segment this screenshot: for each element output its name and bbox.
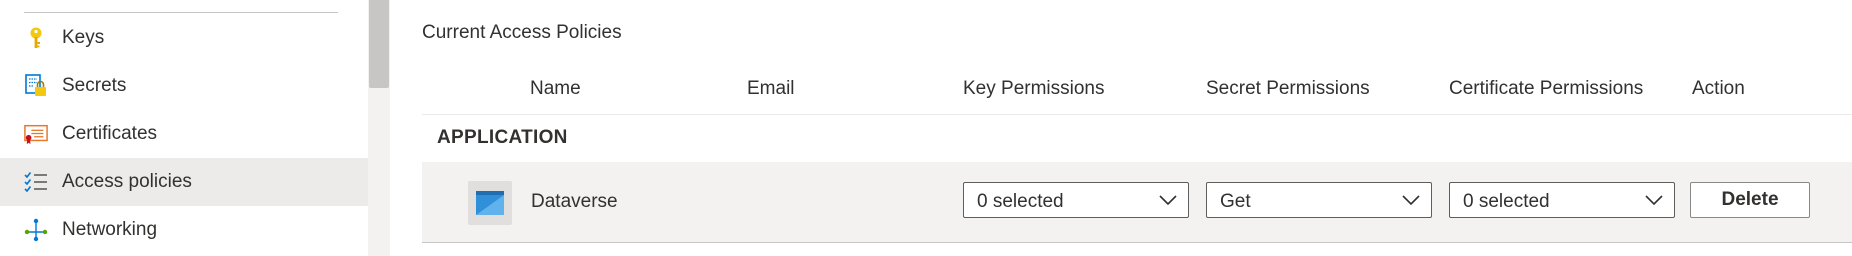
application-name: Dataverse bbox=[531, 191, 618, 212]
access-policies-icon bbox=[24, 170, 48, 194]
group-label: APPLICATION bbox=[437, 127, 568, 148]
section-title: Current Access Policies bbox=[422, 22, 622, 43]
delete-button[interactable]: Delete bbox=[1690, 182, 1810, 218]
sidebar-item-networking[interactable]: Networking bbox=[0, 206, 368, 254]
page-root: Keys Secrets Certificates Access policie… bbox=[0, 0, 1852, 256]
certificate-icon bbox=[24, 122, 48, 146]
sidebar-item-keys[interactable]: Keys bbox=[0, 14, 368, 62]
sidebar-item-secrets[interactable]: Secrets bbox=[0, 62, 368, 110]
sidebar-divider bbox=[24, 12, 338, 13]
table-row[interactable]: Dataverse 0 selected Get 0 selected Dele… bbox=[422, 162, 1852, 243]
sidebar-item-certificates[interactable]: Certificates bbox=[0, 110, 368, 158]
chevron-down-icon bbox=[1159, 195, 1177, 206]
column-header-secret-permissions[interactable]: Secret Permissions bbox=[1206, 78, 1370, 100]
table-header-row: Name Email Key Permissions Secret Permis… bbox=[422, 64, 1852, 115]
column-header-name[interactable]: Name bbox=[530, 78, 581, 100]
column-header-action: Action bbox=[1692, 78, 1745, 99]
networking-icon bbox=[24, 218, 48, 242]
main-content: Current Access Policies Name Email Key P… bbox=[390, 0, 1852, 256]
column-header-key-permissions[interactable]: Key Permissions bbox=[963, 78, 1105, 100]
key-permissions-value: 0 selected bbox=[977, 191, 1064, 212]
sidebar: Keys Secrets Certificates Access policie… bbox=[0, 0, 368, 256]
sidebar-item-label: Networking bbox=[62, 219, 158, 240]
secret-permissions-value: Get bbox=[1220, 191, 1251, 212]
sidebar-item-access-policies[interactable]: Access policies bbox=[0, 158, 368, 206]
key-permissions-dropdown[interactable]: 0 selected bbox=[963, 182, 1189, 218]
key-icon bbox=[24, 26, 48, 50]
application-icon bbox=[468, 181, 512, 225]
sidebar-item-label: Secrets bbox=[62, 75, 127, 96]
secret-icon bbox=[24, 74, 48, 98]
column-header-email[interactable]: Email bbox=[747, 78, 795, 100]
chevron-down-icon bbox=[1645, 195, 1663, 206]
chevron-down-icon bbox=[1402, 195, 1420, 206]
sidebar-item-label: Certificates bbox=[62, 123, 158, 144]
column-header-certificate-permissions[interactable]: Certificate Permissions bbox=[1449, 78, 1643, 100]
group-header-row bbox=[422, 115, 1852, 163]
sidebar-item-label: Access policies bbox=[62, 171, 192, 192]
sidebar-scrollbar-thumb[interactable] bbox=[369, 0, 389, 88]
secret-permissions-dropdown[interactable]: Get bbox=[1206, 182, 1432, 218]
sidebar-item-label: Keys bbox=[62, 27, 105, 48]
certificate-permissions-value: 0 selected bbox=[1463, 191, 1550, 212]
certificate-permissions-dropdown[interactable]: 0 selected bbox=[1449, 182, 1675, 218]
